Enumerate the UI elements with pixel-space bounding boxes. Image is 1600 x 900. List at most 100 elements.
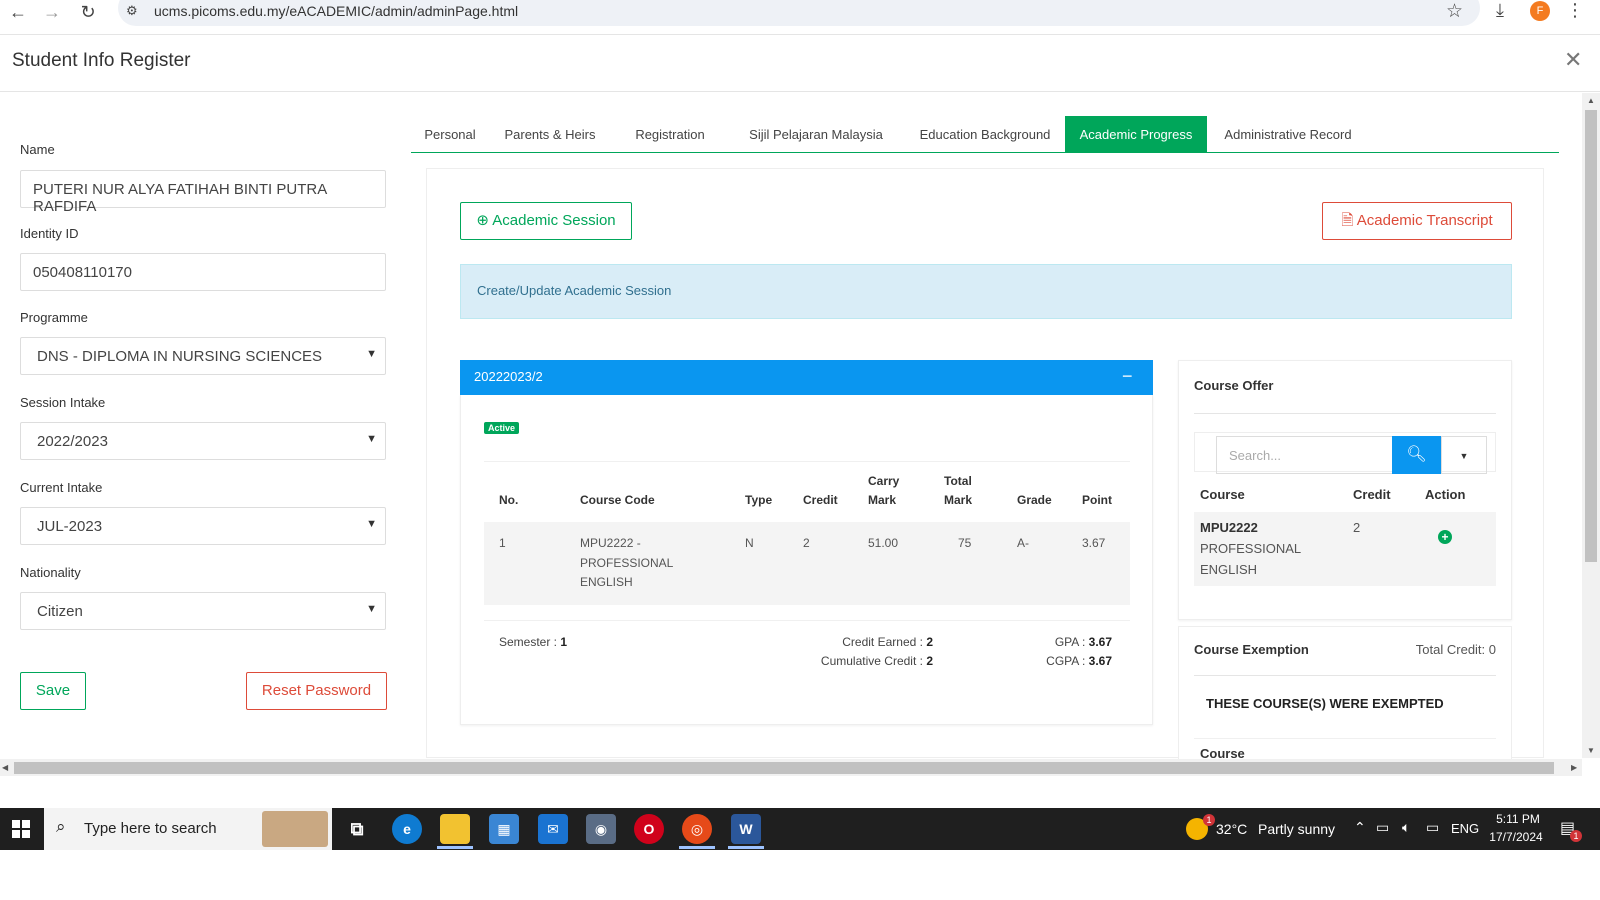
scroll-left-icon[interactable]: ◀ — [2, 763, 8, 772]
cumulative-credit-value: 2 — [926, 654, 933, 668]
offer-th-course: Course — [1200, 487, 1245, 502]
session-intake-value: 2022/2023 — [37, 433, 108, 450]
session-header[interactable]: 20222023/2 — [460, 360, 1153, 395]
nationality-select[interactable]: Citizen ▼ — [20, 592, 386, 630]
tab-administrative-record[interactable]: Administrative Record — [1213, 116, 1363, 153]
credit-earned-value: 2 — [926, 635, 933, 649]
offer-course-code: MPU2222 — [1200, 520, 1258, 535]
academic-transcript-label: Academic Transcript — [1356, 212, 1493, 229]
horizontal-scroll-thumb[interactable] — [14, 762, 1554, 774]
network-icon[interactable]: ▭ — [1376, 819, 1389, 836]
cell-no: 1 — [499, 536, 506, 550]
search-button[interactable]: 🔍︎ — [1392, 436, 1441, 474]
modal-header: Student Info Register ✕ — [0, 34, 1600, 92]
cell-code-2: PROFESSIONAL — [580, 556, 674, 570]
windows-start-icon[interactable] — [12, 820, 30, 838]
chevron-down-icon: ▼ — [366, 348, 377, 360]
tab-bar: Personal Parents & Heirs Registration Si… — [411, 116, 1559, 153]
search-dropdown-button[interactable]: ▼ — [1441, 436, 1487, 474]
tab-education-background[interactable]: Education Background — [905, 116, 1065, 153]
academic-session-button[interactable]: ⊕ Academic Session — [460, 202, 632, 240]
tab-spm[interactable]: Sijil Pelajaran Malaysia — [735, 116, 897, 153]
weather-text[interactable]: Partly sunny — [1258, 821, 1335, 837]
edge-icon[interactable]: e — [392, 814, 422, 844]
search-icon: ⌕ — [56, 817, 66, 836]
chevron-up-icon[interactable]: ⌃ — [1354, 819, 1366, 836]
collapse-icon[interactable]: − — [1122, 360, 1133, 393]
offer-course-name-1: PROFESSIONAL — [1200, 541, 1302, 556]
tab-academic-progress[interactable]: Academic Progress — [1065, 116, 1207, 153]
language-indicator[interactable]: ENG — [1451, 821, 1479, 836]
tab-parents-heirs[interactable]: Parents & Heirs — [495, 116, 605, 153]
file-explorer-icon[interactable] — [440, 814, 470, 844]
session-intake-select[interactable]: 2022/2023 ▼ — [20, 422, 386, 460]
th-carry-1: Carry — [868, 474, 900, 488]
scroll-right-icon[interactable]: ▶ — [1571, 763, 1577, 772]
bookmark-star-icon[interactable]: ☆ — [1446, 0, 1463, 23]
identity-field[interactable]: 050408110170 — [20, 253, 386, 291]
task-view-icon[interactable]: ⧉ — [342, 814, 372, 844]
save-button[interactable]: Save — [20, 672, 86, 710]
reset-password-button[interactable]: Reset Password — [246, 672, 387, 710]
back-icon[interactable]: ← — [8, 2, 28, 22]
cell-carry: 51.00 — [868, 536, 899, 550]
cgpa-info: CGPA : 3.67 — [1000, 652, 1112, 671]
current-intake-select[interactable]: JUL-2023 ▼ — [20, 507, 386, 545]
cell-grade: A- — [1017, 536, 1029, 550]
create-session-info[interactable]: Create/Update Academic Session — [460, 264, 1512, 319]
caret-down-icon: ▼ — [1459, 451, 1469, 461]
site-settings-icon[interactable]: ⚙ — [126, 3, 138, 19]
divider — [1194, 675, 1496, 676]
academic-transcript-button[interactable]: 🗎 Academic Transcript — [1322, 202, 1512, 240]
forward-icon[interactable]: → — [42, 2, 62, 22]
tab-registration[interactable]: Registration — [615, 116, 725, 153]
taskbar-search-text[interactable]: Type here to search — [84, 820, 217, 837]
search-highlight-image — [262, 811, 328, 847]
th-no: No. — [499, 493, 519, 507]
vertical-scroll-thumb[interactable] — [1585, 110, 1597, 562]
mail-icon[interactable]: ✉ — [538, 814, 568, 844]
battery-icon[interactable]: ▭ — [1426, 819, 1439, 836]
gpa-info: GPA : 3.67 — [1000, 633, 1112, 652]
th-credit: Credit — [803, 493, 838, 507]
active-indicator — [437, 846, 473, 849]
profile-avatar[interactable]: F — [1530, 1, 1550, 21]
url-text[interactable]: ucms.picoms.edu.my/eACADEMIC/admin/admin… — [154, 3, 518, 19]
cgpa-label: CGPA : — [1046, 654, 1086, 668]
divider — [1194, 413, 1496, 414]
credit-earned-label: Credit Earned : — [842, 635, 923, 649]
volume-icon[interactable]: 🔈︎ — [1402, 819, 1410, 836]
semester-value: 1 — [560, 635, 568, 649]
modal-title: Student Info Register — [12, 50, 191, 71]
word-icon[interactable]: W — [731, 814, 761, 844]
cell-code-1: MPU2222 - — [580, 536, 641, 550]
current-intake-value: JUL-2023 — [37, 518, 103, 535]
tab-personal[interactable]: Personal — [411, 116, 489, 153]
clock-date[interactable]: 17/7/2024 — [1482, 830, 1550, 844]
scroll-down-icon[interactable]: ▼ — [1587, 746, 1595, 755]
scroll-up-icon[interactable]: ▲ — [1587, 96, 1595, 105]
offer-course-credit: 2 — [1353, 520, 1361, 535]
pdf-icon: 🗎 — [1341, 212, 1354, 229]
opera-icon[interactable]: O — [634, 814, 664, 844]
chevron-down-icon: ▼ — [366, 518, 377, 530]
close-icon[interactable]: ✕ — [1564, 47, 1582, 73]
notification-badge: 1 — [1570, 830, 1582, 842]
temperature[interactable]: 32°C — [1216, 821, 1247, 837]
course-search-input[interactable]: Search... — [1216, 436, 1392, 474]
browser-menu-icon[interactable]: ⋮ — [1566, 0, 1584, 21]
camera-icon[interactable]: ◉ — [586, 814, 616, 844]
programme-select[interactable]: DNS - DIPLOMA IN NURSING SCIENCES ▼ — [20, 337, 386, 375]
name-field[interactable]: PUTERI NUR ALYA FATIHAH BINTI PUTRA RAFD… — [20, 170, 386, 215]
add-course-icon[interactable]: + — [1438, 530, 1452, 544]
taskbar: ⌕ Type here to search ⧉ e ▦ ✉ ◉ O ◎ W 1 … — [0, 808, 1600, 850]
clock-time[interactable]: 5:11 PM — [1488, 812, 1548, 826]
cumulative-credit-info: Cumulative Credit : 2 — [740, 652, 933, 671]
programme-value: DNS - DIPLOMA IN NURSING SCIENCES — [37, 348, 323, 365]
gpa-label: GPA : — [1054, 635, 1086, 649]
credit-earned-info: Credit Earned : 2 — [740, 633, 933, 652]
reload-icon[interactable]: ↻ — [78, 2, 98, 22]
store-icon[interactable]: ▦ — [489, 814, 519, 844]
chrome-icon[interactable]: ◎ — [682, 814, 712, 844]
download-icon[interactable]: ⤓ — [1496, 0, 1504, 21]
